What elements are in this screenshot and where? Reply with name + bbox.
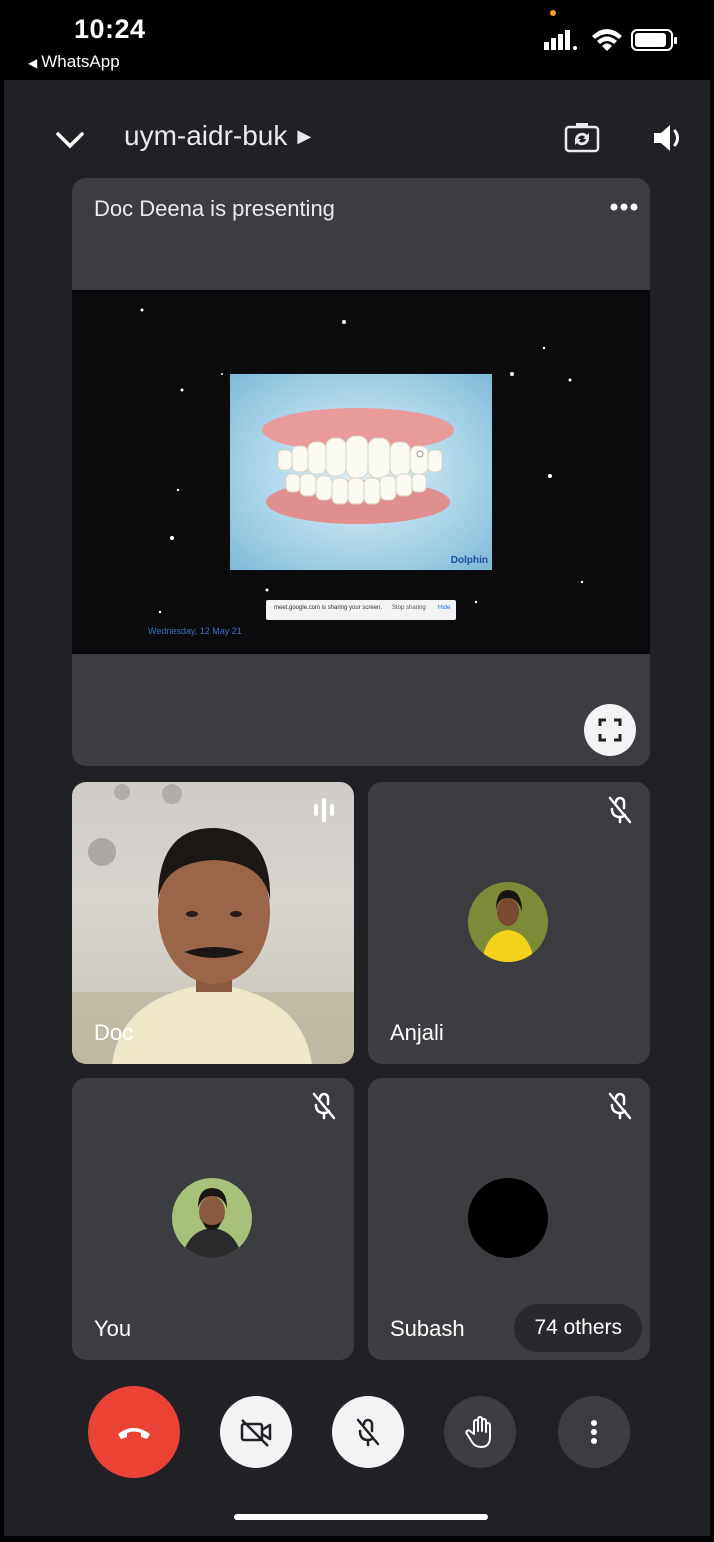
more-vert-icon [591,1420,597,1444]
mic-off-icon [312,1092,336,1120]
hide-button[interactable]: Hide [438,605,450,611]
system-status-icons [544,29,677,51]
cellular-signal-icon [544,30,577,50]
avatar [172,1178,252,1258]
fullscreen-icon [598,718,622,742]
presenting-label: Doc Deena is presenting [94,196,335,221]
mic-off-icon [356,1418,380,1447]
participant-tile-you[interactable]: You [72,1078,354,1360]
participant-name: Doc [94,1020,134,1045]
camera-toggle-button[interactable] [220,1396,292,1468]
back-app-label: WhatsApp [41,52,120,71]
participant-tile-anjali[interactable]: Anjali [368,782,650,1064]
shared-screen: Dolphin meet.google.com is sharing your … [72,290,650,654]
meeting-info-arrow-icon: ▶ [297,126,312,146]
stop-sharing-button[interactable]: Stop sharing [392,605,426,611]
teeth-model-illustration [262,408,454,524]
end-call-button[interactable] [88,1386,180,1478]
home-indicator[interactable] [234,1514,488,1520]
battery-icon [631,29,677,51]
screen-share-notice-bar: meet.google.com is sharing your screen. … [266,600,456,620]
camera-flip-icon[interactable] [562,118,602,158]
mic-off-icon [608,796,632,824]
participant-name: Subash [390,1316,465,1341]
participant-name: Anjali [390,1020,444,1045]
participant-tile-subash[interactable]: Subash 74 others [368,1078,650,1360]
more-options-icon[interactable] [606,192,642,222]
mic-off-icon [608,1092,632,1120]
back-to-app-link[interactable]: ◀ WhatsApp [28,52,120,72]
end-call-icon [118,1428,150,1439]
more-options-button[interactable] [558,1396,630,1468]
raise-hand-icon [465,1416,491,1448]
chevron-down-icon[interactable] [50,120,90,160]
fullscreen-button[interactable] [584,704,636,756]
participant-tile-doc[interactable]: Doc [72,782,354,1064]
avatar [468,882,548,962]
status-time: 10:24 [74,14,146,44]
meet-screen: 10:24 ◀ WhatsApp uym-aidr-buk ▶ Doc Deen… [4,0,710,1536]
status-bar: 10:24 ◀ WhatsApp [4,0,710,80]
meeting-code-button[interactable]: uym-aidr-buk ▶ [124,120,311,152]
dolphin-logo: Dolphin [450,555,488,566]
back-triangle-icon: ◀ [28,56,38,70]
speaker-icon[interactable] [648,118,688,158]
mic-toggle-button[interactable] [332,1396,404,1468]
presentation-tile[interactable]: Doc Deena is presenting Dolphin meet.goo… [72,178,650,766]
speaking-indicator-icon [314,798,334,822]
mic-in-use-indicator [550,10,556,16]
meeting-code-label: uym-aidr-buk [124,120,288,151]
share-notice-text: meet.google.com is sharing your screen. [274,605,383,611]
slide-image: Dolphin [230,374,492,570]
share-date-text: Wednesday, 12 May 21 [148,626,242,636]
avatar [468,1178,548,1258]
camera-off-icon [240,1419,272,1447]
participant-name: You [94,1316,132,1341]
raise-hand-button[interactable] [444,1396,516,1468]
wifi-icon [592,29,622,51]
others-count-chip[interactable]: 74 others [514,1304,642,1352]
